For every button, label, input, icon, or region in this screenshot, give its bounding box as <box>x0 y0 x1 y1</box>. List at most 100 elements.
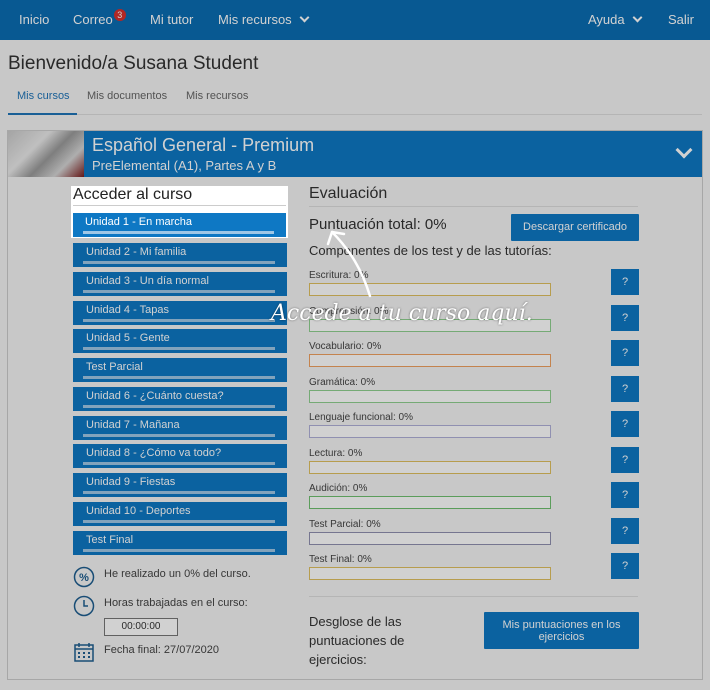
skill-label: Test Parcial: 0% <box>309 519 381 530</box>
skill-help-button[interactable]: ? <box>611 305 639 331</box>
hint-arrow-icon <box>326 230 372 298</box>
tutorial-hint-text: Accede a tu curso aquí. <box>271 301 533 326</box>
chevron-down-icon[interactable] <box>675 141 693 159</box>
unit-progress-bar <box>83 520 275 523</box>
svg-text:%: % <box>79 572 89 584</box>
unit-button-2[interactable]: Unidad 2 - Mi familia <box>73 243 287 267</box>
skill-progress-bar <box>309 461 551 474</box>
unit-button-4[interactable]: Unidad 4 - Tapas <box>73 301 287 325</box>
skill-help-button[interactable]: ? <box>611 411 639 437</box>
skill-help-button[interactable]: ? <box>611 376 639 402</box>
unit-label: Test Final <box>86 534 134 546</box>
unit-button-9[interactable]: Unidad 9 - Fiestas <box>73 473 287 497</box>
nav-inicio[interactable]: Inicio <box>19 12 49 27</box>
tab-mis-documentos[interactable]: Mis documentos <box>87 90 167 102</box>
chevron-down-icon <box>299 12 310 23</box>
tabs-divider <box>8 114 702 115</box>
unit-progress-bar <box>83 290 275 293</box>
course-title: Español General - Premium <box>92 135 315 155</box>
test-final-button[interactable]: Test Final <box>73 531 287 555</box>
skill-help-button[interactable]: ? <box>611 340 639 366</box>
unit-button-3[interactable]: Unidad 3 - Un día normal <box>73 272 287 296</box>
unit-button-8[interactable]: Unidad 8 - ¿Cómo va todo? <box>73 444 287 468</box>
download-certificate-button[interactable]: Descargar certificado <box>511 214 639 241</box>
skill-progress-bar <box>309 567 551 580</box>
unit-label: Unidad 8 - ¿Cómo va todo? <box>86 447 222 459</box>
skill-label: Gramática: 0% <box>309 377 376 388</box>
nav-ayuda[interactable]: Ayuda <box>588 12 643 27</box>
unit-label: Unidad 6 - ¿Cuánto cuesta? <box>86 390 224 402</box>
unit-progress-bar <box>83 462 275 465</box>
unit-label: Unidad 1 - En marcha <box>85 216 192 228</box>
calendar-icon <box>74 643 94 662</box>
unit-label: Unidad 7 - Mañana <box>86 419 180 431</box>
spotlight-access-title: Acceder al curso <box>73 186 193 203</box>
unit-progress-bar <box>83 347 275 350</box>
skill-help-button[interactable]: ? <box>611 553 639 579</box>
hours-label: Horas trabajadas en el curso: <box>104 597 248 609</box>
nav-recursos-label: Mis recursos <box>218 12 292 27</box>
unit-progress-bar <box>83 319 275 322</box>
test-parcial-button[interactable]: Test Parcial <box>73 358 287 382</box>
unit-label: Unidad 2 - Mi familia <box>86 246 187 258</box>
unit-button-7[interactable]: Unidad 7 - Mañana <box>73 416 287 440</box>
skill-label: Lenguaje funcional: 0% <box>309 412 413 423</box>
course-progress-text: He realizado un 0% del curso. <box>104 568 251 580</box>
hours-value: 00:00:00 <box>104 618 178 636</box>
skill-label: Vocabulario: 0% <box>309 341 382 352</box>
active-tab-indicator <box>8 113 77 115</box>
skill-help-button[interactable]: ? <box>611 518 639 544</box>
unit-progress-bar <box>83 434 275 437</box>
unit-progress-bar <box>83 405 275 408</box>
unit-progress-bar <box>83 491 275 494</box>
skill-progress-bar <box>309 425 551 438</box>
nav-ayuda-label: Ayuda <box>588 12 625 27</box>
skill-label: Test Final: 0% <box>309 554 372 565</box>
spotlight-unit-1-button[interactable]: Unidad 1 - En marcha <box>73 213 286 237</box>
unit-label: Unidad 3 - Un día normal <box>86 275 209 287</box>
skill-help-button[interactable]: ? <box>611 269 639 295</box>
unit-label: Unidad 4 - Tapas <box>86 304 169 316</box>
course-thumbnail <box>8 131 84 177</box>
unit-label: Unidad 10 - Deportes <box>86 505 191 517</box>
skill-progress-bar <box>309 354 551 367</box>
nav-tutor[interactable]: Mi tutor <box>150 12 193 27</box>
skill-help-button[interactable]: ? <box>611 482 639 508</box>
divider <box>309 596 638 597</box>
unit-label: Unidad 9 - Fiestas <box>86 476 176 488</box>
percent-icon: % <box>73 566 95 588</box>
nav-salir[interactable]: Salir <box>668 12 694 27</box>
top-navigation: Inicio Correo 3 Mi tutor Mis recursos Ayu… <box>0 0 710 40</box>
desglose-label: Desglose de las puntuaciones de ejercici… <box>309 614 405 667</box>
unit-label: Unidad 5 - Gente <box>86 332 170 344</box>
chevron-down-icon <box>632 12 643 23</box>
end-date: Fecha final: 27/07/2020 <box>104 644 219 656</box>
unit-progress-bar <box>83 376 275 379</box>
evaluation-title: Evaluación <box>309 185 388 202</box>
unit-label: Test Parcial <box>86 361 143 373</box>
nav-recursos[interactable]: Mis recursos <box>218 12 310 27</box>
unit-button-5[interactable]: Unidad 5 - Gente <box>73 329 287 353</box>
skill-label: Lectura: 0% <box>309 448 363 459</box>
mail-count-badge: 3 <box>113 9 126 21</box>
nav-correo-label: Correo <box>73 12 113 27</box>
unit-progress-bar <box>83 261 275 264</box>
divider <box>309 206 638 207</box>
course-subtitle: PreElemental (A1), Partes A y B <box>92 158 277 173</box>
tab-mis-cursos[interactable]: Mis cursos <box>17 90 70 102</box>
divider <box>73 205 286 206</box>
skill-progress-bar <box>309 532 551 545</box>
course-header[interactable]: Español General - Premium PreElemental (… <box>8 131 702 177</box>
clock-icon <box>73 595 95 617</box>
unit-progress-bar <box>83 231 274 234</box>
skill-progress-bar <box>309 496 551 509</box>
skill-label: Audición: 0% <box>309 483 368 494</box>
unit-button-10[interactable]: Unidad 10 - Deportes <box>73 502 287 526</box>
tab-mis-recursos[interactable]: Mis recursos <box>186 90 248 102</box>
unit-button-6[interactable]: Unidad 6 - ¿Cuánto cuesta? <box>73 387 287 411</box>
skill-help-button[interactable]: ? <box>611 447 639 473</box>
exercise-scores-button[interactable]: Mis puntuaciones en los ejercicios <box>484 612 639 649</box>
unit-progress-bar <box>83 549 275 552</box>
skill-progress-bar <box>309 390 551 403</box>
nav-correo[interactable]: Correo 3 <box>73 9 126 27</box>
